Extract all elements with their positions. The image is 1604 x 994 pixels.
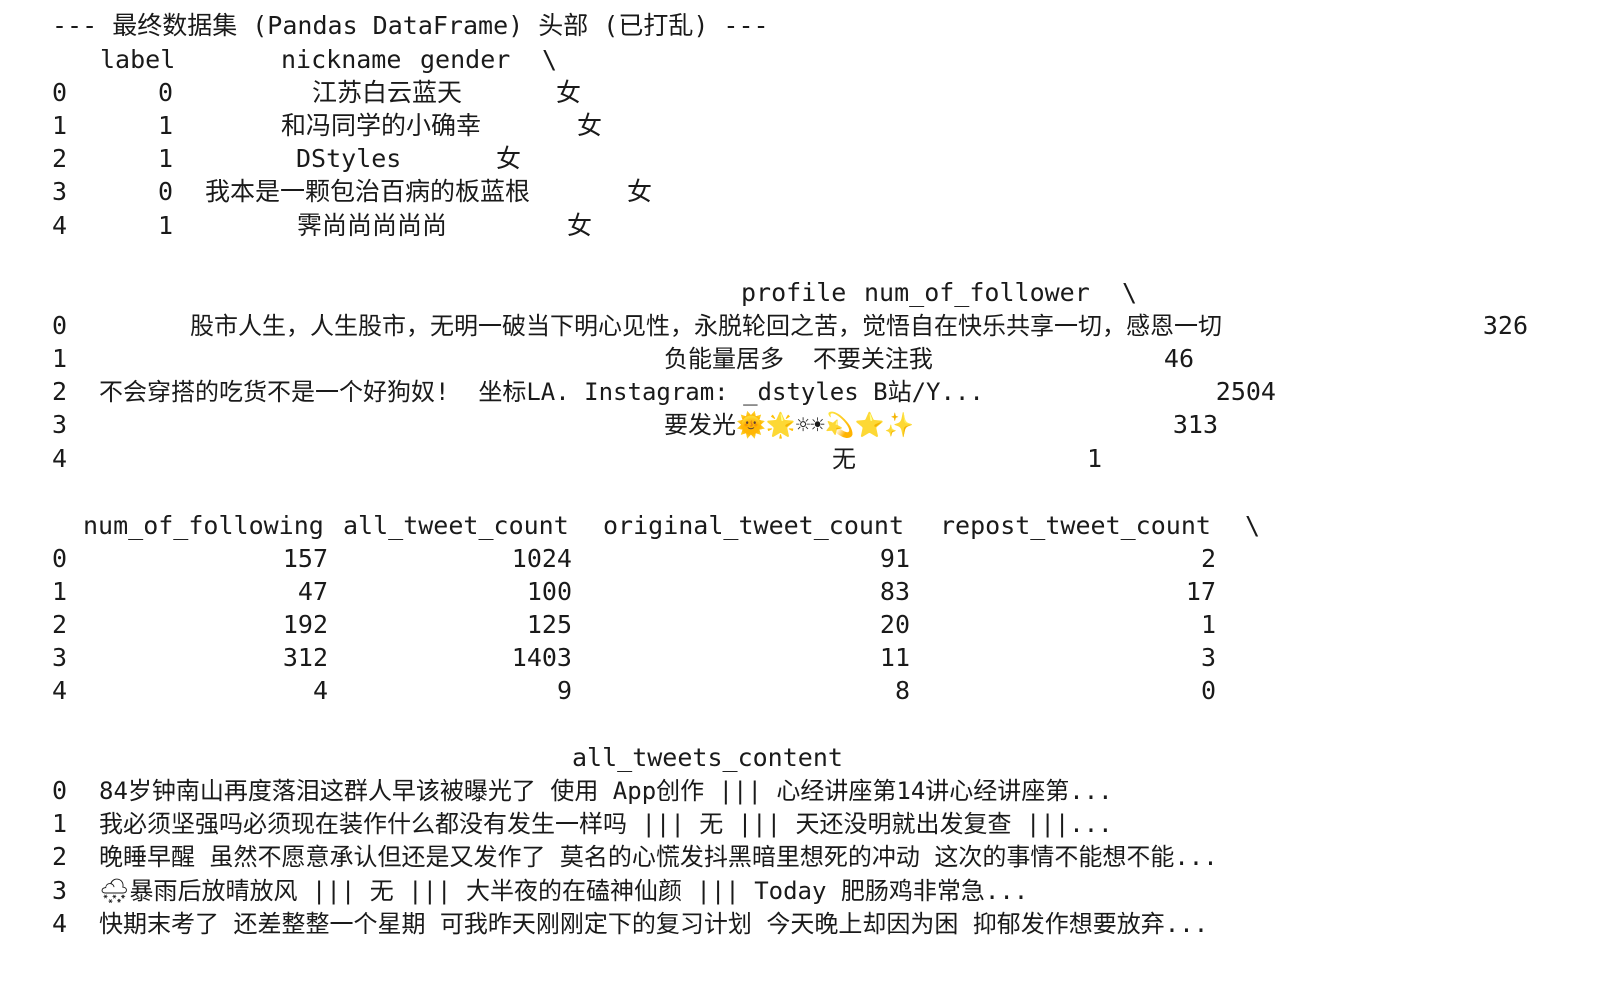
cell-all-tweet-count: 1024 [511,544,572,573]
cell-nickname: 江苏白云蓝天 [312,78,463,107]
row-index: 3 [52,876,68,905]
row-index: 0 [52,544,68,573]
cell-num-of-follower: 1 [1086,444,1102,473]
row-index: 0 [52,311,68,340]
cell-num-of-following: 157 [282,544,328,573]
cell-profile: 负能量居多 不要关注我 [664,345,933,373]
column-header-num-of-follower: num_of_follower [864,278,1090,307]
cell-original-tweet-count: 83 [879,577,910,606]
column-header-all-tweet-count: all_tweet_count [343,511,569,540]
cell-gender: 女 [577,111,603,140]
cell-all-tweet-count: 9 [556,676,572,705]
cell-profile: 不会穿搭的吃货不是一个好狗奴! 坐标LA. Instagram: _dstyle… [99,378,984,406]
continuation-marker: \ [542,45,558,74]
column-header-profile: profile [741,278,847,307]
column-header-original-tweet-count: original_tweet_count [603,511,905,540]
cell-all-tweet-count: 125 [526,610,572,639]
continuation-marker: \ [1245,511,1261,540]
cell-num-of-following: 312 [282,643,328,672]
cell-repost-tweet-count: 0 [1200,676,1216,705]
row-index: 3 [52,410,68,439]
cell-num-of-follower: 46 [1163,344,1194,373]
row-index: 0 [52,78,68,107]
column-header-repost-tweet-count: repost_tweet_count [940,511,1211,540]
cell-nickname: DStyles [296,144,402,173]
cell-nickname: 霁尚尚尚尚尚 [297,211,448,240]
cell-gender: 女 [556,78,582,107]
cell-all-tweet-count: 100 [526,577,572,606]
console-output: --- 最终数据集 (Pandas DataFrame) 头部 (已打乱) --… [0,0,1604,994]
cell-num-of-follower: 2504 [1215,377,1276,406]
cell-num-of-follower: 326 [1482,311,1528,340]
row-index: 1 [52,809,68,838]
row-index: 4 [52,909,68,938]
cell-gender: 女 [567,211,593,240]
row-index: 0 [52,776,68,805]
cell-original-tweet-count: 20 [879,610,910,639]
cell-nickname: 我本是一颗包治百病的板蓝根 [205,177,531,206]
cell-nickname: 和冯同学的小确幸 [281,111,482,140]
cell-all-tweets-content: 84岁钟南山再度落泪这群人早该被曝光了 使用 App创作 ||| 心经讲座第14… [99,777,1113,805]
cell-repost-tweet-count: 1 [1200,610,1216,639]
cell-profile: 无 [832,445,856,473]
cell-profile: 股市人生，人生股市，无明一破当下明心见性，永脱轮回之苦，觉悟自在快乐共享一切，感… [190,312,1222,340]
column-header-label: label [100,45,176,74]
column-header-all-tweets-content: all_tweets_content [572,743,843,772]
column-header-nickname: nickname [281,45,402,74]
cell-repost-tweet-count: 3 [1200,643,1216,672]
cell-profile: 要发光🌞🌟☼☀💫⭐✨ [664,411,915,439]
cell-label: 1 [158,111,174,140]
cell-num-of-following: 4 [312,676,328,705]
row-index: 3 [52,177,68,206]
cell-num-of-following: 192 [282,610,328,639]
row-index: 1 [52,577,68,606]
row-index: 3 [52,643,68,672]
row-index: 2 [52,610,68,639]
cell-label: 0 [158,78,174,107]
cell-all-tweets-content: 晚睡早醒 虽然不愿意承认但还是又发作了 莫名的心慌发抖黑暗里想死的冲动 这次的事… [99,843,1218,871]
row-index: 4 [52,676,68,705]
row-index: 1 [52,111,68,140]
cell-all-tweets-content: 🌨暴雨后放晴放风 ||| 无 ||| 大半夜的在磕神仙颜 ||| Today 肥… [99,877,1029,905]
cell-gender: 女 [496,144,522,173]
cell-label: 1 [158,211,174,240]
cell-gender: 女 [627,177,653,206]
cell-num-of-following: 47 [297,577,328,606]
cell-original-tweet-count: 11 [879,643,910,672]
output-title: --- 最终数据集 (Pandas DataFrame) 头部 (已打乱) --… [52,11,769,40]
row-index: 2 [52,377,68,406]
continuation-marker: \ [1122,278,1138,307]
row-index: 4 [52,444,68,473]
cell-all-tweets-content: 快期末考了 还差整整一个星期 可我昨天刚刚定下的复习计划 今天晚上却因为困 抑郁… [99,910,1209,938]
row-index: 1 [52,344,68,373]
cell-repost-tweet-count: 2 [1200,544,1216,573]
row-index: 2 [52,144,68,173]
cell-all-tweets-content: 我必须坚强吗必须现在装作什么都没有发生一样吗 ||| 无 ||| 天还没明就出发… [99,810,1113,838]
row-index: 2 [52,842,68,871]
cell-all-tweet-count: 1403 [511,643,572,672]
column-header-gender: gender [420,45,511,74]
row-index: 4 [52,211,68,240]
cell-repost-tweet-count: 17 [1185,577,1216,606]
cell-original-tweet-count: 8 [894,676,910,705]
cell-label: 1 [158,144,174,173]
cell-original-tweet-count: 91 [879,544,910,573]
cell-label: 0 [158,177,174,206]
column-header-num-of-following: num_of_following [83,511,324,540]
cell-num-of-follower: 313 [1172,410,1218,439]
